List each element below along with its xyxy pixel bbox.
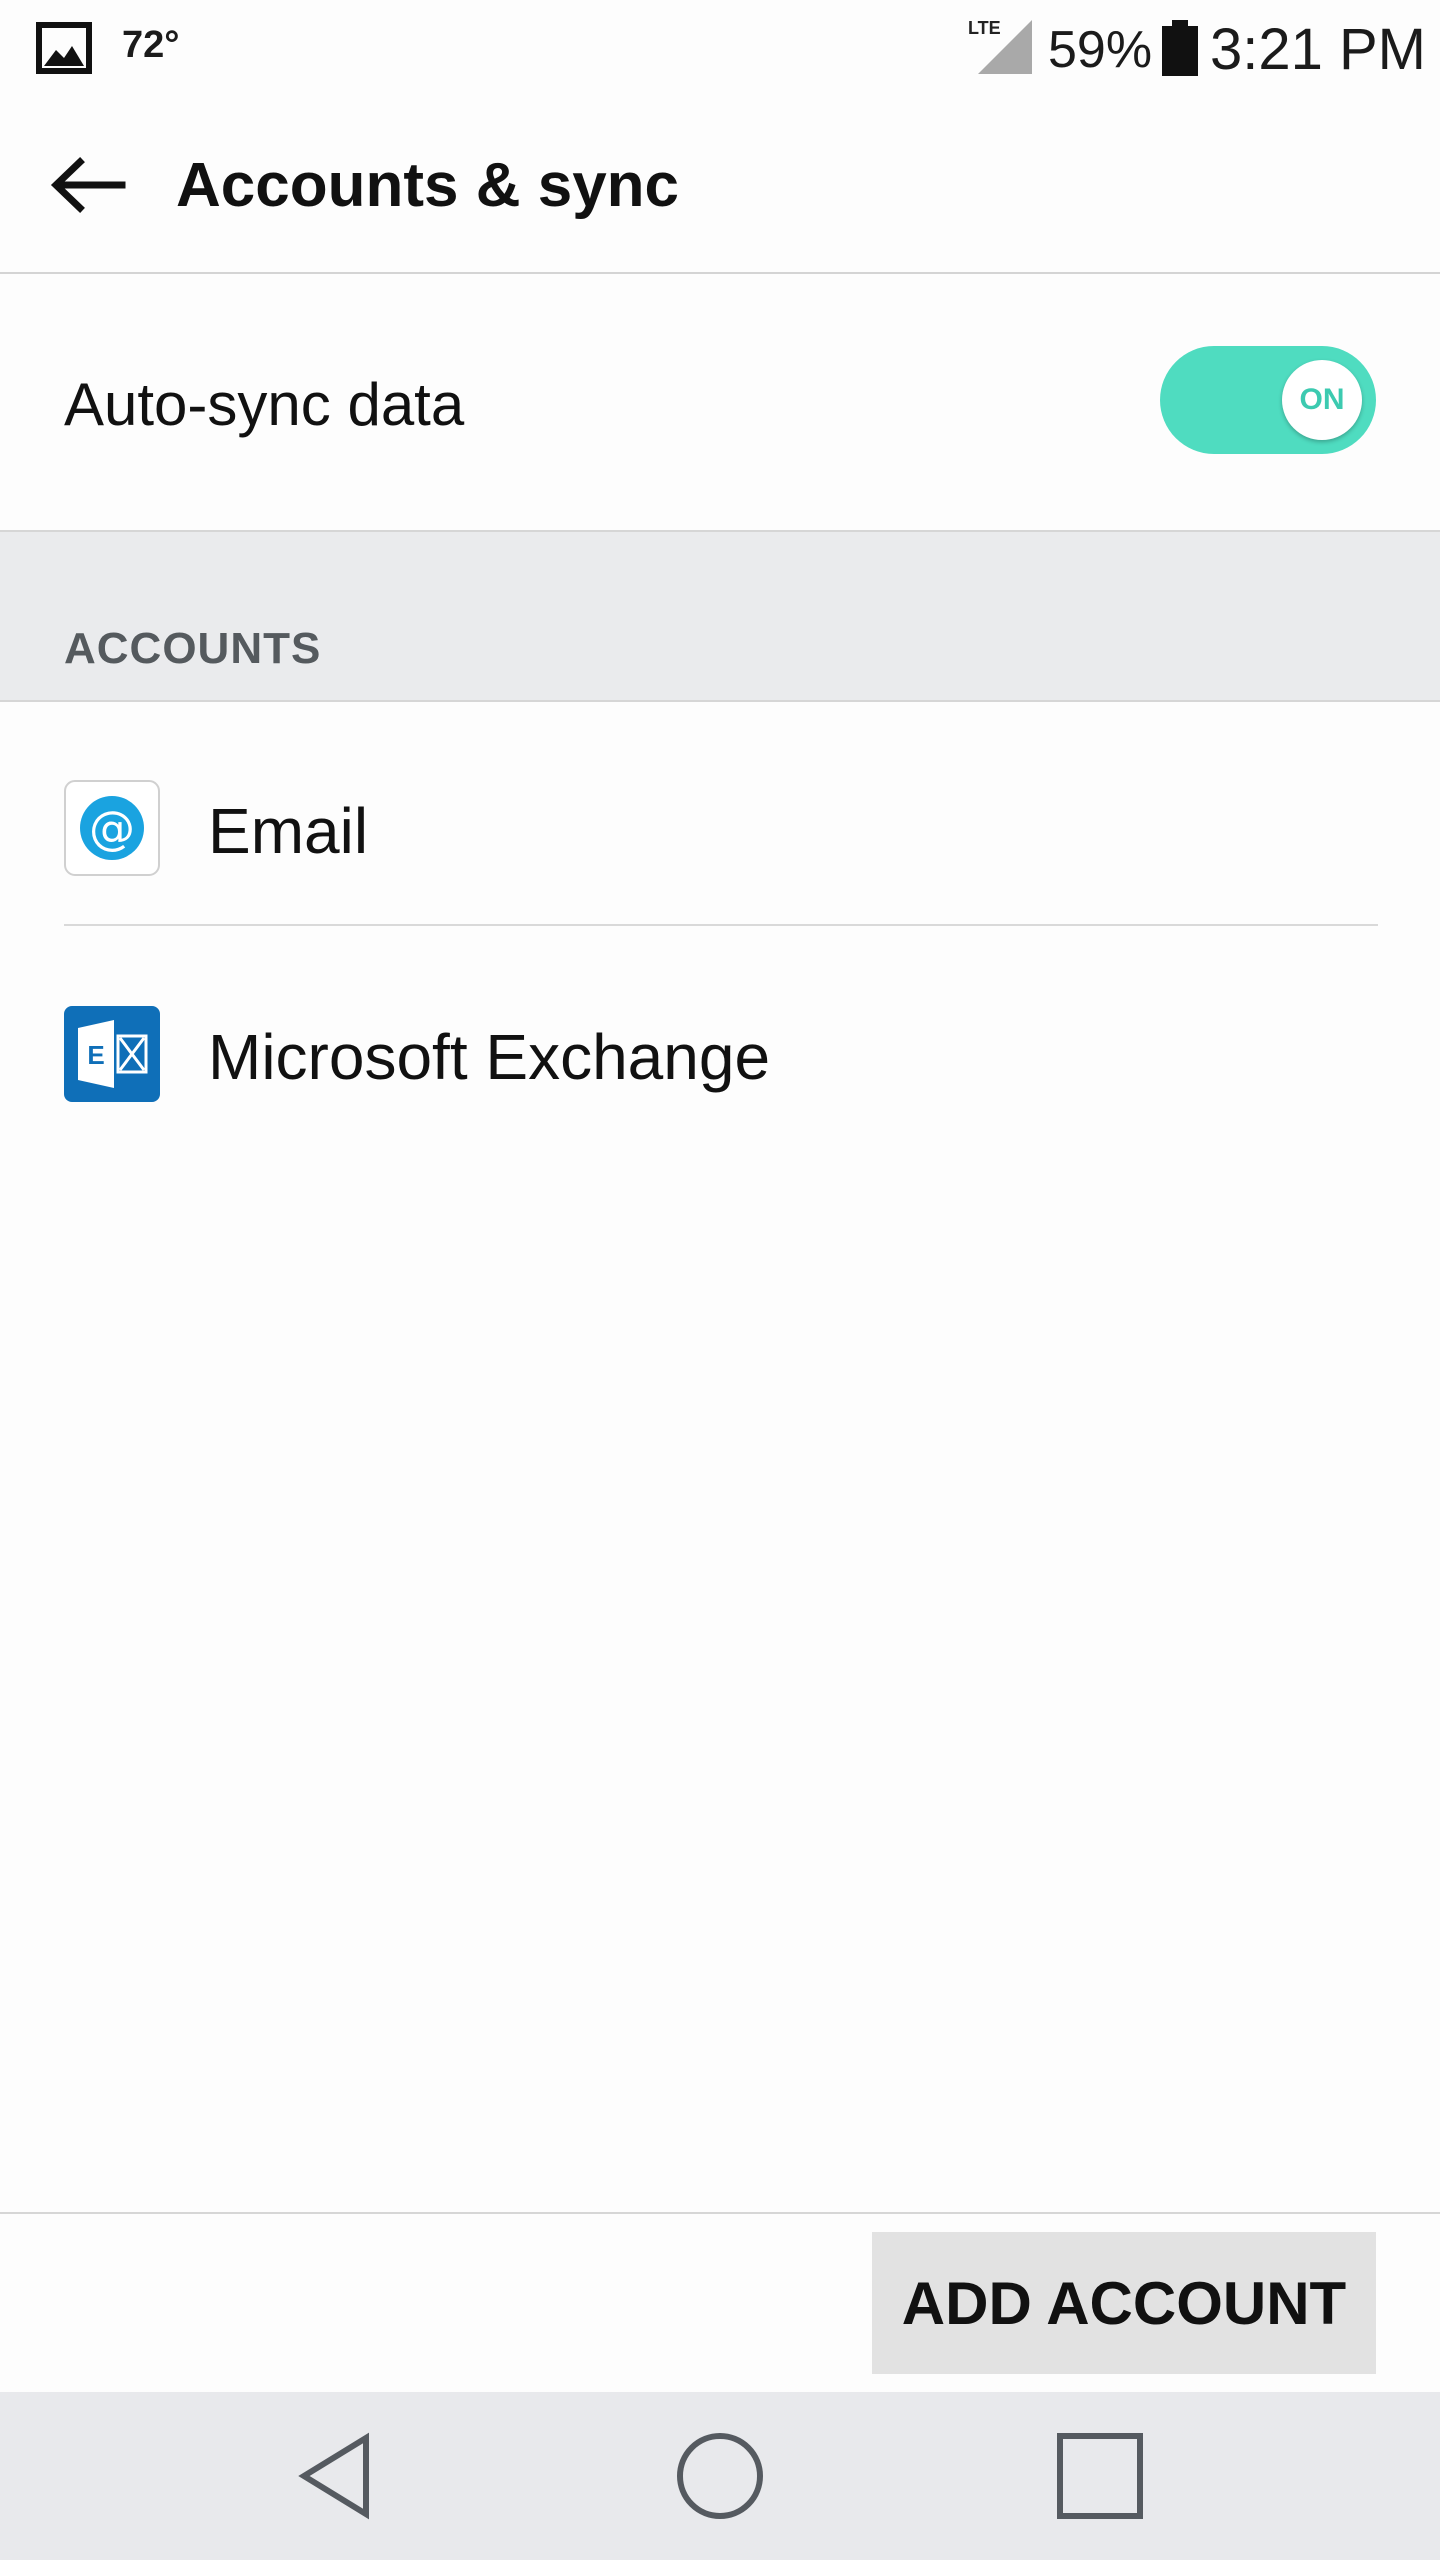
auto-sync-row[interactable]: Auto-sync data ON xyxy=(0,274,1440,530)
nav-home-button[interactable] xyxy=(670,2426,770,2526)
add-account-button[interactable]: ADD ACCOUNT xyxy=(872,2232,1376,2374)
screen: 72° LTE 59% 3:21 PM Accounts & sync Auto… xyxy=(0,0,1440,2560)
svg-text:E: E xyxy=(87,1040,104,1070)
signal-icon: LTE xyxy=(968,18,1032,74)
nav-recents-button[interactable] xyxy=(1050,2426,1150,2526)
account-label: Microsoft Exchange xyxy=(208,1021,771,1093)
account-label: Email xyxy=(208,795,369,867)
nav-back-icon xyxy=(298,2432,369,2520)
email-at-icon: @ xyxy=(64,780,160,876)
battery-percent: 59% xyxy=(1048,21,1153,79)
nav-recents-icon xyxy=(1057,2433,1143,2519)
nav-home-icon xyxy=(677,2433,763,2519)
status-bar: 72° LTE 59% 3:21 PM xyxy=(0,0,1440,100)
gallery-icon xyxy=(36,22,92,74)
exchange-icon: E xyxy=(64,1006,160,1102)
section-title: ACCOUNTS xyxy=(64,624,322,673)
page-title: Accounts & sync xyxy=(176,151,680,220)
toggle-knob: ON xyxy=(1282,360,1362,440)
back-button[interactable] xyxy=(40,140,140,230)
arrow-left-icon xyxy=(50,157,126,213)
account-item-email[interactable]: @ Email xyxy=(0,700,1440,924)
toggle-state-text: ON xyxy=(1299,383,1345,416)
bottom-divider xyxy=(0,2212,1440,2214)
nav-back-button[interactable] xyxy=(290,2426,390,2526)
navigation-bar xyxy=(0,2392,1440,2560)
clock-time: 3:21 PM xyxy=(1210,17,1426,82)
battery-icon xyxy=(1162,20,1198,76)
account-item-exchange[interactable]: E Microsoft Exchange xyxy=(0,926,1440,1150)
auto-sync-toggle[interactable]: ON xyxy=(1160,346,1376,454)
network-type-label: LTE xyxy=(968,18,1001,38)
accounts-section-header: ACCOUNTS xyxy=(0,530,1440,702)
svg-text:@: @ xyxy=(89,801,135,855)
temperature-text: 72° xyxy=(122,24,180,66)
auto-sync-label: Auto-sync data xyxy=(64,371,465,438)
app-bar: Accounts & sync xyxy=(0,100,1440,274)
